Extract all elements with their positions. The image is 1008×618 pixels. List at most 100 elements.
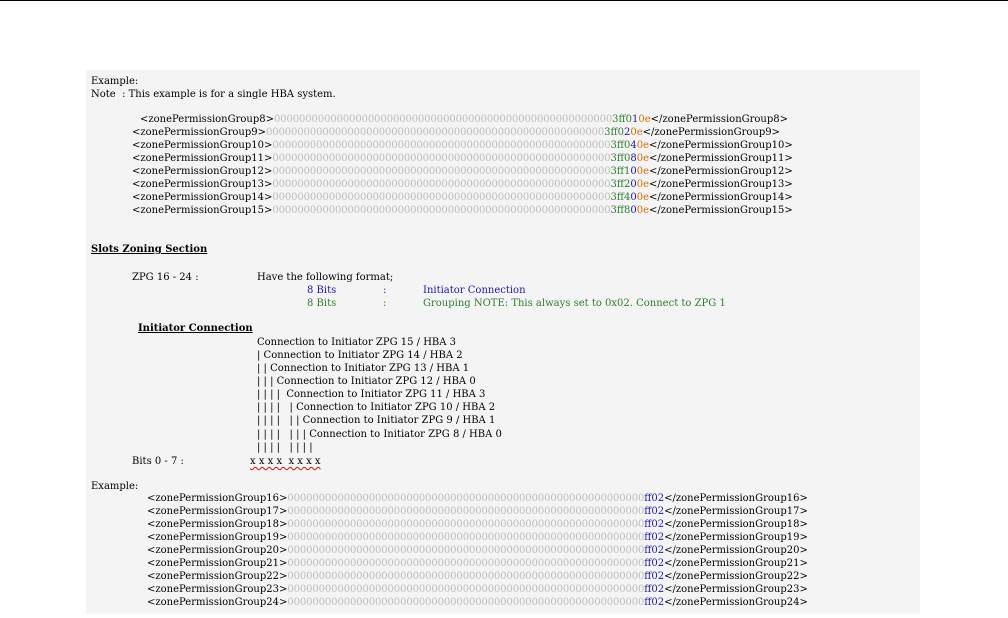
example2-label: Example:: [91, 481, 139, 492]
zero-padding: 0000000000000000000000000000000000000000…: [272, 179, 611, 190]
close-tag: </zonePermissionGroup12>: [649, 166, 793, 177]
zero-padding: 0000000000000000000000000000000000000000…: [272, 205, 611, 216]
tree-line: | | | Connection to Initiator ZPG 12 / H…: [257, 376, 476, 387]
close-tag: </zonePermissionGroup20>: [664, 545, 808, 556]
zone-row: <zonePermissionGroup14>00000000000000000…: [132, 191, 793, 204]
zone-row: <zonePermissionGroup21>00000000000000000…: [147, 557, 808, 570]
close-tag: </zonePermissionGroup19>: [664, 532, 808, 543]
open-tag: <zonePermissionGroup14>: [132, 192, 273, 203]
hex-prefix: 3ff1: [610, 166, 631, 177]
hex-suffix: 0e: [636, 179, 650, 190]
close-tag: </zonePermissionGroup9>: [642, 127, 781, 138]
hex-prefix: 3ff4: [610, 192, 631, 203]
hex-suffix: 0e: [636, 205, 650, 216]
close-tag: </zonePermissionGroup23>: [664, 584, 808, 595]
open-tag: <zonePermissionGroup11>: [132, 153, 273, 164]
zero-padding: 0000000000000000000000000000000000000000…: [287, 584, 645, 595]
hex-value: ff02: [644, 493, 665, 504]
open-tag: <zonePermissionGroup10>: [132, 140, 273, 151]
open-tag: <zonePermissionGroup23>: [147, 584, 288, 595]
tree-line: Connection to Initiator ZPG 15 / HBA 3: [257, 337, 457, 348]
zone-row: <zonePermissionGroup9>000000000000000000…: [132, 126, 780, 139]
open-tag: <zonePermissionGroup15>: [132, 205, 273, 216]
open-tag: <zonePermissionGroup16>: [147, 493, 288, 504]
close-tag: </zonePermissionGroup15>: [649, 205, 793, 216]
hex-value: ff02: [644, 558, 665, 569]
hex-prefix: 3ff8: [610, 205, 631, 216]
open-tag: <zonePermissionGroup21>: [147, 558, 288, 569]
zone-row: <zonePermissionGroup13>00000000000000000…: [132, 178, 793, 191]
hex-prefix: 3ff0: [610, 140, 631, 151]
zero-padding: 0000000000000000000000000000000000000000…: [287, 571, 645, 582]
slots-heading: Slots Zoning Section: [91, 244, 208, 255]
zone-row: <zonePermissionGroup17>00000000000000000…: [147, 505, 808, 518]
zero-padding: 0000000000000000000000000000000000000000…: [287, 597, 645, 608]
hex-value: ff02: [644, 506, 665, 517]
tree-line: | | | | | | | |: [257, 442, 313, 453]
hex-value: ff02: [644, 571, 665, 582]
close-tag: </zonePermissionGroup17>: [664, 506, 808, 517]
bits-b-colon: :: [383, 298, 387, 309]
zero-padding: 0000000000000000000000000000000000000000…: [272, 140, 611, 151]
tree-line: | | | | | Connection to Initiator ZPG 10…: [257, 402, 496, 413]
open-tag: <zonePermissionGroup12>: [132, 166, 273, 177]
open-tag: <zonePermissionGroup13>: [132, 179, 273, 190]
zone-row: <zonePermissionGroup23>00000000000000000…: [147, 583, 808, 596]
hex-suffix: 0e: [630, 127, 643, 138]
hex-suffix: 0e: [636, 192, 650, 203]
bits-a-desc: Initiator Connection: [423, 285, 526, 296]
zone-row: <zonePermissionGroup10>00000000000000000…: [132, 139, 793, 152]
zone-row: <zonePermissionGroup22>00000000000000000…: [147, 570, 808, 583]
zone-row: <zonePermissionGroup19>00000000000000000…: [147, 531, 808, 544]
zero-padding: 0000000000000000000000000000000000000000…: [287, 506, 645, 517]
tree-line: | | | | Connection to Initiator ZPG 11 /…: [257, 389, 486, 400]
close-tag: </zonePermissionGroup21>: [664, 558, 808, 569]
close-tag: </zonePermissionGroup8>: [650, 114, 789, 125]
hex-value: ff02: [644, 519, 665, 530]
top-rule: [0, 0, 1008, 1]
hex-value: ff02: [644, 597, 665, 608]
bits-a-colon: :: [383, 285, 387, 296]
example-label: Example:: [91, 76, 139, 87]
bits-a-label: 8 Bits: [307, 285, 337, 296]
hex-value: ff02: [644, 532, 665, 543]
format-text: Have the following format;: [257, 272, 394, 283]
hex-prefix: 3ff2: [610, 179, 631, 190]
close-tag: </zonePermissionGroup14>: [649, 192, 793, 203]
tree-line: | | Connection to Initiator ZPG 13 / HBA…: [257, 363, 470, 374]
zero-padding: 0000000000000000000000000000000000000000…: [265, 127, 605, 138]
zpg-label: ZPG 16 - 24 :: [132, 272, 199, 283]
zero-padding: 0000000000000000000000000000000000000000…: [287, 519, 645, 530]
bits-b-label: 8 Bits: [307, 298, 337, 309]
zone-row: <zonePermissionGroup24>00000000000000000…: [147, 596, 808, 609]
open-tag: <zonePermissionGroup18>: [147, 519, 288, 530]
zero-padding: 0000000000000000000000000000000000000000…: [287, 558, 645, 569]
open-tag: <zonePermissionGroup24>: [147, 597, 288, 608]
close-tag: </zonePermissionGroup22>: [664, 571, 808, 582]
zone-row: <zonePermissionGroup12>00000000000000000…: [132, 165, 793, 178]
hex-value: ff02: [644, 545, 665, 556]
hex-prefix: 3ff0: [604, 127, 624, 138]
close-tag: </zonePermissionGroup11>: [649, 153, 793, 164]
hex-suffix: 0e: [636, 140, 650, 151]
zero-padding: 0000000000000000000000000000000000000000…: [287, 532, 645, 543]
zero-padding: 0000000000000000000000000000000000000000…: [272, 166, 611, 177]
open-tag: <zonePermissionGroup22>: [147, 571, 288, 582]
bits-value: x x x x x x x x: [250, 456, 321, 467]
zone-row: <zonePermissionGroup11>00000000000000000…: [132, 152, 793, 165]
zero-padding: 0000000000000000000000000000000000000000…: [272, 192, 611, 203]
zero-padding: 0000000000000000000000000000000000000000…: [287, 545, 645, 556]
open-tag: <zonePermissionGroup17>: [147, 506, 288, 517]
hex-prefix: 3ff0: [612, 114, 632, 125]
note-line: Note : This example is for a single HBA …: [91, 89, 336, 100]
open-tag: <zonePermissionGroup9>: [132, 127, 266, 138]
close-tag: </zonePermissionGroup10>: [649, 140, 793, 151]
hex-value: ff02: [644, 584, 665, 595]
open-tag: <zonePermissionGroup8>: [140, 114, 274, 125]
close-tag: </zonePermissionGroup16>: [664, 493, 808, 504]
zone-row: <zonePermissionGroup18>00000000000000000…: [147, 518, 808, 531]
open-tag: <zonePermissionGroup20>: [147, 545, 288, 556]
close-tag: </zonePermissionGroup13>: [649, 179, 793, 190]
initiator-heading: Initiator Connection: [138, 323, 253, 334]
zero-padding: 0000000000000000000000000000000000000000…: [272, 153, 611, 164]
